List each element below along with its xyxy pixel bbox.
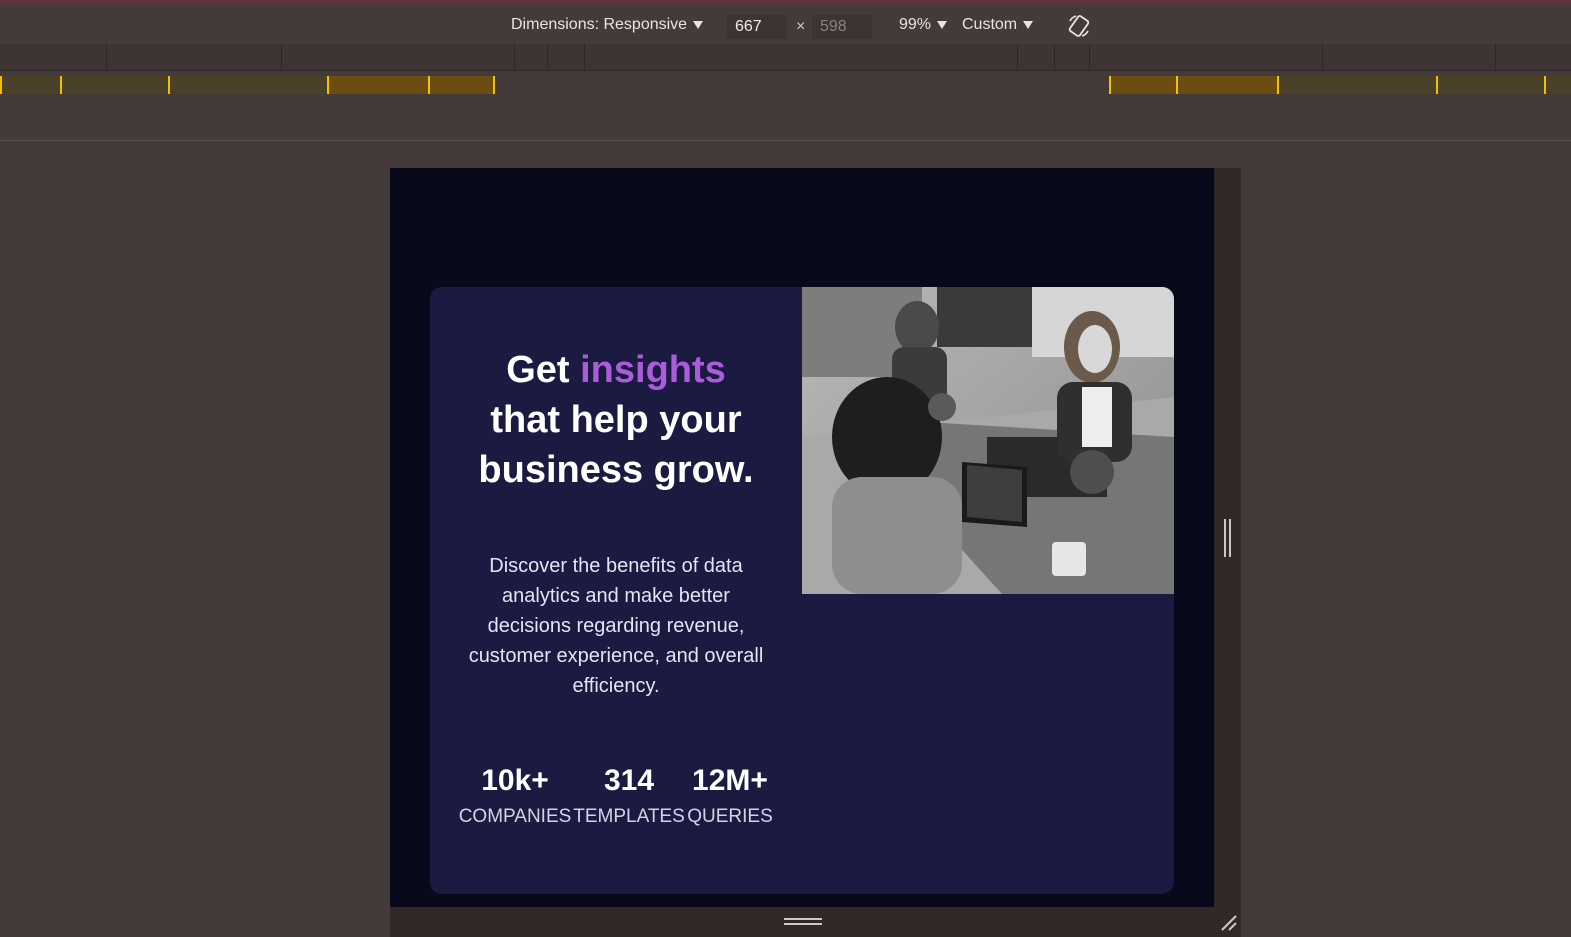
stat-templates: 314 TEMPLATES [572,761,686,830]
stat-value: 10k+ [481,764,549,797]
media-query-range[interactable] [1109,76,1277,94]
stat-label: QUERIES [687,806,773,827]
stat-label: COMPANIES [458,806,572,827]
dimensions-dropdown[interactable]: Dimensions: Responsive [511,6,704,44]
chevron-down-icon [937,21,948,29]
headline-line-3: business grow. [478,449,754,491]
zoom-label: 99% [899,16,932,33]
card-headline: Get insights that help your business gro… [430,345,802,495]
breakpoint-marker [1544,76,1546,94]
media-query-range[interactable] [327,76,495,94]
stat-companies: 10k+ COMPANIES [458,761,572,830]
resize-corner-icon[interactable] [1218,912,1238,932]
stat-label: TEMPLATES [573,806,685,827]
zoom-dropdown[interactable]: 99% [899,6,948,44]
media-query-range[interactable] [1055,44,1089,70]
throttle-label: Custom [962,16,1018,33]
dimensions-label: Dimensions: Responsive [511,16,688,33]
headline-line-2: that help your [490,399,742,441]
media-query-range[interactable] [1323,44,1495,70]
media-query-range[interactable] [515,44,547,70]
breakpoint-marker [60,76,62,94]
media-query-bar-ranges [0,44,1571,71]
card-description: Discover the benefits of data analytics … [468,555,764,697]
width-input[interactable] [727,15,787,39]
media-query-range[interactable] [107,44,281,70]
media-query-range[interactable] [1018,44,1054,70]
media-query-range[interactable] [282,44,514,70]
device-toolbar: Dimensions: Responsive × 99% Custom [0,6,1571,44]
headline-accent: insights [580,349,726,391]
stats-row: 10k+ COMPANIES 314 TEMPLATES 12M+ QUERIE… [458,761,774,841]
breakpoint-marker [428,76,430,94]
stat-value: 314 [603,764,655,797]
stat-value: 12M+ [692,764,768,797]
min-width-media-query-bar [0,73,1571,95]
breakpoint-marker [1109,76,1111,94]
times-separator: × [796,18,806,35]
breakpoint-marker [0,76,2,94]
resize-height-handle[interactable] [784,918,822,928]
stat-queries: 12M+ QUERIES [686,761,774,830]
media-query-range[interactable] [1496,44,1571,70]
chevron-down-icon [1023,21,1034,29]
media-query-range[interactable] [548,44,584,70]
rotate-icon[interactable] [1066,13,1092,39]
stats-preview-card: Get insights that help your business gro… [430,287,1174,894]
office-team-photo [802,287,1174,594]
headline-word: Get [506,349,581,391]
chevron-down-icon [693,21,704,29]
breakpoint-marker [327,76,329,94]
breakpoint-marker [1436,76,1438,94]
device-viewport: Get insights that help your business gro… [390,168,1214,907]
media-query-range[interactable] [585,44,1017,70]
breakpoint-marker [168,76,170,94]
breakpoint-marker [1277,76,1279,94]
media-query-range[interactable] [1090,44,1322,70]
resize-width-handle[interactable] [1224,519,1232,557]
throttle-dropdown[interactable]: Custom [962,6,1034,44]
height-input[interactable] [812,15,872,39]
card-text-column: Get insights that help your business gro… [430,287,802,894]
media-query-range[interactable] [0,44,106,70]
breakpoint-marker [493,76,495,94]
ruler-divider [0,140,1571,141]
breakpoint-marker [1176,76,1178,94]
